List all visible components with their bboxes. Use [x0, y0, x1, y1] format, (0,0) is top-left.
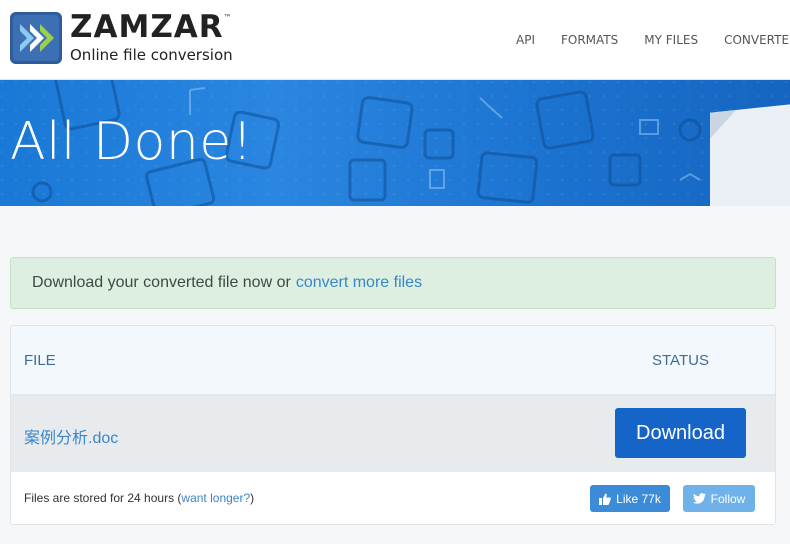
column-header-status: STATUS: [652, 352, 709, 369]
document-graphic: [710, 103, 790, 206]
thumbs-up-icon: [599, 493, 611, 505]
page-title: All Done!: [10, 112, 254, 172]
like-count-label: Like 77k: [616, 491, 661, 506]
follow-label: Follow: [710, 491, 746, 506]
table-row: 案例分析.doc Download: [11, 395, 775, 472]
column-header-file: FILE: [24, 352, 56, 369]
alert-text: Download your converted file now or: [32, 274, 291, 291]
nav-item-my-files[interactable]: MY FILES: [644, 33, 698, 47]
trademark-symbol: ™: [223, 13, 233, 22]
storage-notice: Files are stored for 24 hours (want long…: [24, 491, 254, 505]
zamzar-logo[interactable]: ZAMZAR™ Online file conversion: [10, 12, 233, 64]
download-button[interactable]: Download: [615, 408, 746, 458]
storage-notice-text: Files are stored for 24 hours: [24, 491, 175, 505]
table-header: FILE STATUS: [11, 326, 775, 395]
nav-item-converters[interactable]: CONVERTER: [724, 33, 790, 47]
site-header: ZAMZAR™ Online file conversion API FORMA…: [0, 0, 790, 80]
logo-tagline: Online file conversion: [70, 46, 233, 64]
convert-more-files-link[interactable]: convert more files: [296, 274, 422, 292]
nav-item-formats[interactable]: FORMATS: [561, 33, 618, 47]
table-footer: Files are stored for 24 hours (want long…: [11, 472, 775, 524]
twitter-bird-icon: [692, 493, 706, 504]
main-nav: API FORMATS MY FILES CONVERTER: [516, 33, 790, 47]
nav-item-api[interactable]: API: [516, 33, 535, 47]
logo-name: ZAMZAR™: [70, 9, 233, 45]
want-longer-link[interactable]: want longer?: [181, 491, 250, 505]
hero-banner: All Done!: [0, 80, 790, 206]
close-paren: ): [250, 491, 255, 505]
twitter-follow-button[interactable]: Follow: [683, 485, 755, 512]
success-alert: Download your converted file now or conv…: [10, 257, 776, 309]
zamzar-chevrons-icon: [10, 12, 62, 64]
facebook-like-button[interactable]: Like 77k: [590, 485, 670, 512]
files-table: FILE STATUS 案例分析.doc Download Files are …: [10, 325, 776, 525]
file-name-link[interactable]: 案例分析.doc: [24, 424, 118, 448]
